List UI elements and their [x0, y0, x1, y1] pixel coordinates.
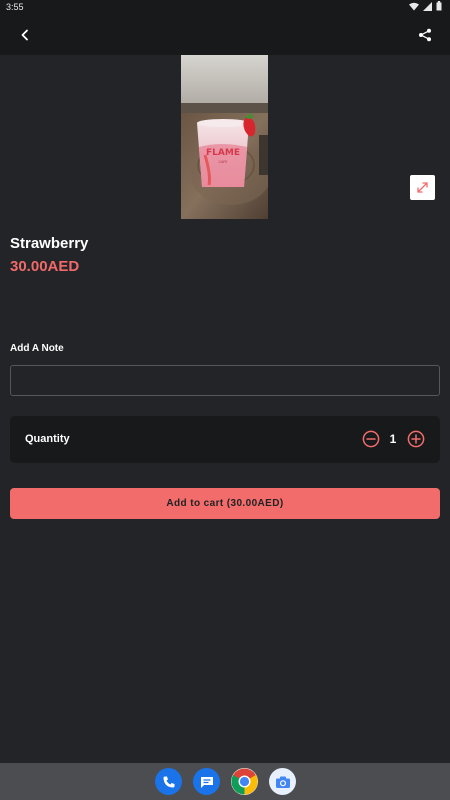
decrease-quantity-button[interactable] [362, 430, 380, 448]
add-to-cart-button[interactable]: Add to cart (30.00AED) [10, 488, 440, 519]
status-icons [409, 1, 442, 11]
status-bar: 3:55 [0, 0, 450, 15]
product-price: 30.00AED [10, 258, 80, 275]
minus-circle-icon [362, 430, 380, 448]
quantity-card: Quantity 1 [10, 416, 440, 463]
share-button[interactable] [414, 24, 436, 46]
note-label: Add A Note [10, 343, 64, 354]
dock-apps [155, 768, 296, 795]
back-button[interactable] [14, 24, 36, 46]
plus-circle-icon [407, 430, 425, 448]
phone-icon [163, 776, 174, 787]
status-time: 3:55 [6, 2, 24, 12]
phone-app[interactable] [155, 768, 182, 795]
system-dock [0, 763, 450, 800]
strawberry-drink-photo: FLAME CAFE [181, 55, 268, 219]
increase-quantity-button[interactable] [407, 430, 425, 448]
messages-app[interactable] [193, 768, 220, 795]
product-name: Strawberry [10, 235, 89, 252]
chrome-app[interactable] [231, 768, 258, 795]
camera-app[interactable] [269, 768, 296, 795]
svg-text:FLAME: FLAME [206, 148, 240, 158]
signal-icon [423, 1, 432, 11]
product-image[interactable]: FLAME CAFE [181, 55, 268, 219]
expand-icon [417, 182, 428, 193]
quantity-label: Quantity [25, 433, 70, 445]
camera-icon [275, 776, 290, 788]
battery-icon [436, 1, 442, 11]
app-bar [0, 15, 450, 55]
share-icon [419, 28, 431, 42]
note-input[interactable] [10, 365, 440, 396]
svg-text:CAFE: CAFE [218, 160, 227, 164]
quantity-value: 1 [389, 432, 397, 446]
wifi-icon [409, 2, 419, 10]
arrow-left-icon [21, 29, 28, 41]
chrome-icon [231, 768, 258, 795]
messages-icon [200, 776, 213, 788]
expand-image-button[interactable] [410, 175, 435, 200]
